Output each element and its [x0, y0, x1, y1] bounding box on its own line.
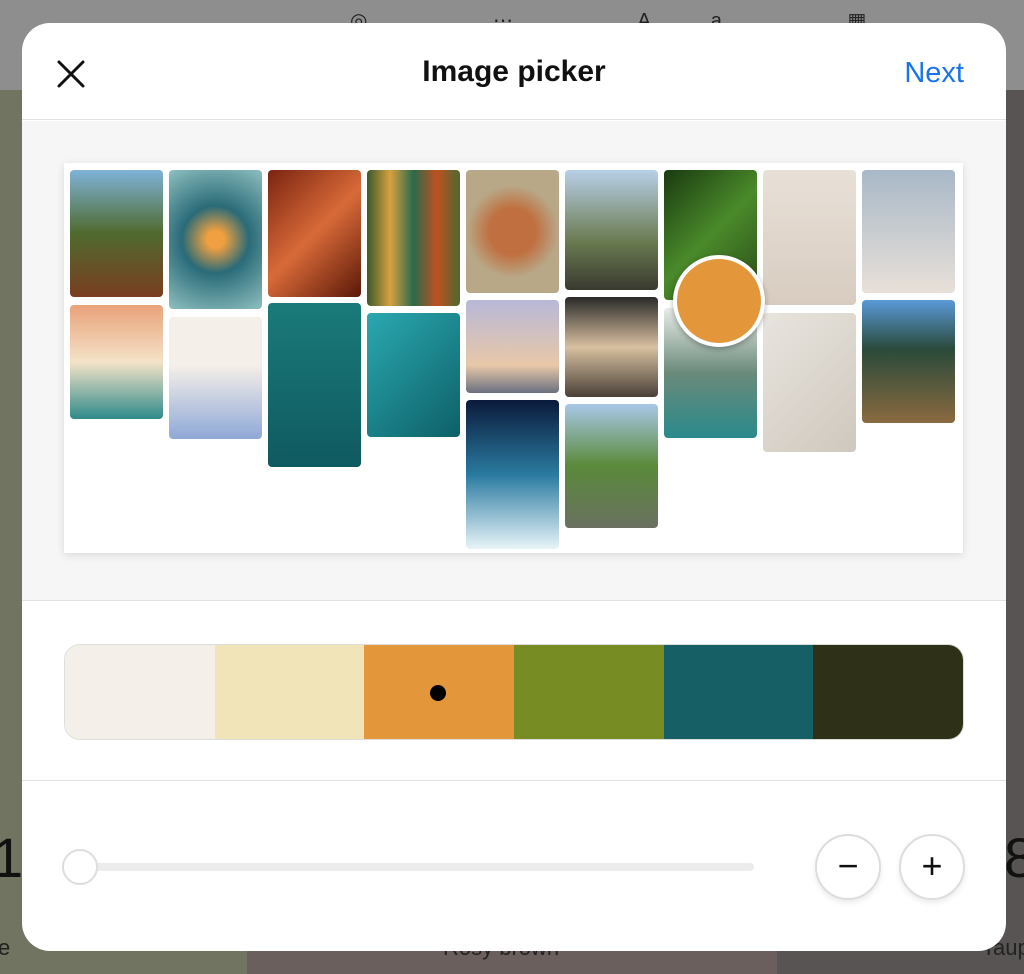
- palette-swatch[interactable]: [663, 645, 814, 739]
- photo-thumbnail[interactable]: [70, 170, 163, 297]
- photo-thumbnail[interactable]: [466, 170, 559, 293]
- palette-swatch[interactable]: [214, 645, 365, 739]
- zoom-out-button[interactable]: −: [815, 834, 881, 900]
- palette-swatch[interactable]: [364, 645, 515, 739]
- photo-thumbnail[interactable]: [268, 170, 361, 297]
- zoom-slider-track[interactable]: [80, 863, 754, 871]
- photo-thumbnail[interactable]: [169, 170, 262, 309]
- photo-thumbnail[interactable]: [565, 404, 658, 528]
- zoom-slider-thumb[interactable]: [62, 849, 98, 885]
- palette-section: [22, 602, 1006, 781]
- color-picker-loupe[interactable]: [673, 255, 765, 347]
- bg-label-left: e: [0, 935, 11, 960]
- photo-thumbnail[interactable]: [565, 297, 658, 397]
- bg-number-right: 8: [1004, 826, 1024, 889]
- image-picker-modal: Image picker Next − +: [22, 23, 1006, 951]
- photo-thumbnail[interactable]: [466, 300, 559, 393]
- selected-indicator: [430, 685, 447, 701]
- zoom-in-button[interactable]: +: [899, 834, 965, 900]
- photo-thumbnail[interactable]: [763, 170, 856, 305]
- photo-thumbnail[interactable]: [763, 313, 856, 452]
- photo-thumbnail[interactable]: [367, 313, 460, 437]
- photo-thumbnail[interactable]: [862, 300, 955, 423]
- photo-thumbnail[interactable]: [466, 400, 559, 549]
- modal-title: Image picker: [422, 55, 606, 88]
- palette-swatch[interactable]: [65, 645, 215, 739]
- palette-swatch[interactable]: [813, 645, 963, 739]
- photo-thumbnail[interactable]: [367, 170, 460, 306]
- photo-thumbnail[interactable]: [862, 170, 955, 293]
- bg-number-left: 1: [0, 826, 24, 889]
- image-collage[interactable]: [64, 163, 963, 553]
- palette-swatch[interactable]: [514, 645, 664, 739]
- image-section: [22, 121, 1006, 601]
- photo-thumbnail[interactable]: [70, 305, 163, 419]
- photo-thumbnail[interactable]: [169, 317, 262, 439]
- next-button[interactable]: Next: [904, 57, 964, 90]
- color-palette: [64, 644, 964, 740]
- photo-thumbnail[interactable]: [565, 170, 658, 290]
- modal-header: Image picker Next: [22, 23, 1006, 120]
- photo-thumbnail[interactable]: [268, 303, 361, 467]
